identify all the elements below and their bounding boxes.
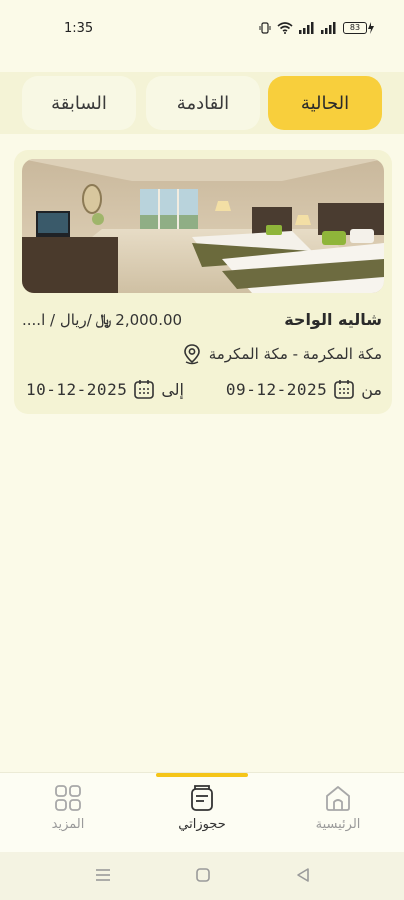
nav-active-indicator [156,773,248,777]
grid-icon [55,785,81,811]
nav-item-bookings[interactable]: حجوزاتي [152,783,252,847]
signal-icon [299,22,314,34]
nav-more-label: المزيد [51,817,85,832]
calendar-icon [334,380,355,399]
wifi-icon [277,22,293,34]
date-to: 10-12-2025 إلى [26,378,184,400]
tab-upcoming[interactable]: القادمة [146,76,260,130]
status-icons: 83 [259,22,374,34]
date-to-value: 10-12-2025 [26,379,128,399]
tab-current-label: الحالية [300,92,350,114]
hotel-name: شاليه الواحة [284,310,382,329]
location-text: مكة المكرمة - مكة المكرمة [208,345,382,363]
price: /ريال / ا.... ﷼ 2,000.00 [22,311,182,329]
booking-card[interactable] [14,150,392,414]
date-from: 09-12-2025 من [226,378,382,400]
location-pin-icon [183,344,200,365]
tab-previous-label: السابقة [51,92,107,114]
tab-previous[interactable]: السابقة [22,76,136,130]
calendar-icon [134,380,155,399]
signal-icon-2 [321,22,336,34]
battery-level: 83 [343,22,367,34]
bookings-icon [191,785,213,811]
vibrate-icon [259,22,271,34]
date-from-value: 09-12-2025 [225,379,328,399]
nav-home-label: الرئيسية [315,817,361,832]
bottom-nav: الرئيسية حجوزاتي المزيد [0,772,404,852]
battery-icon: 83 [343,22,374,34]
date-from-label: من [361,379,382,399]
riyal-icon: ﷼ [95,312,112,328]
home-button-icon[interactable] [194,866,212,884]
nav-item-more[interactable]: المزيد [18,783,118,847]
price-value: 2,000.00 [115,311,183,329]
nav-bookings-label: حجوزاتي [178,817,226,832]
booking-tabs: الحالية القادمة السابقة [0,72,404,134]
back-icon[interactable] [294,866,312,884]
date-to-label: إلى [161,379,184,399]
tab-upcoming-label: القادمة [176,92,230,114]
recent-apps-icon[interactable] [94,866,112,884]
nav-item-home[interactable]: الرئيسية [288,783,388,847]
hotel-room-image [22,159,384,293]
dates-row: 09-12-2025 من 10-12-2025 إلى [26,378,382,406]
status-bar: 1:35 83 [0,0,404,56]
price-unit: /ريال / ا.... [22,311,92,329]
status-time: 1:35 [64,20,94,36]
system-nav-bar [0,852,404,900]
home-icon [326,786,350,811]
location-row: مكة المكرمة - مكة المكرمة [181,343,382,365]
tab-current[interactable]: الحالية [268,76,382,130]
